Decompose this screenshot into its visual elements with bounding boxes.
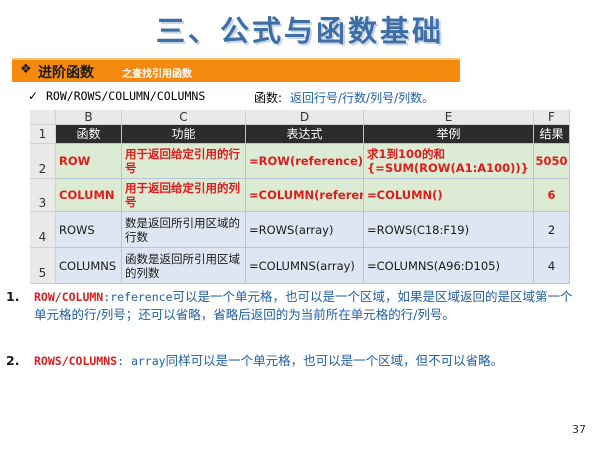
diamond-bullet-icon: ❖ [20, 62, 32, 77]
cell-row-example[interactable]: 求1到100的和 {=SUM(ROW(A1:A100))} [364, 144, 534, 179]
intro-label: 函数: [254, 91, 283, 105]
cell-row-function[interactable]: ROW [56, 144, 122, 179]
intro-description: 返回行号/行数/列号/列数。 [290, 91, 435, 105]
cell-rows-function[interactable]: ROWS [56, 212, 122, 248]
note-2: 2. ROWS/COLUMNS: array同样可以是一个单元格，也可以是一个区域… [6, 352, 579, 370]
note-2-separator: : [117, 354, 131, 368]
cell-columns-function[interactable]: COLUMNS [56, 248, 122, 284]
note-1-keyword: ROW/COLUMN [34, 290, 104, 304]
banner-main-text: 进阶函数 [38, 65, 94, 81]
cell-row-result[interactable]: 5050 [534, 144, 570, 179]
note-1-term: reference [110, 290, 173, 304]
checkmark-icon: ✓ [28, 89, 39, 103]
header-cell-result[interactable]: 结果 [534, 125, 570, 144]
note-2-term: array [130, 354, 166, 368]
section-banner: ❖ 进阶函数 之查找引用函数 [12, 58, 460, 82]
banner-sub-text: 之查找引用函数 [122, 69, 192, 80]
cell-rows-purpose[interactable]: 数是返回所引用区域的行数 [122, 212, 246, 248]
column-header-e[interactable]: E [364, 110, 534, 125]
cell-row-expression[interactable]: =ROW(reference) [246, 144, 364, 179]
cell-columns-expression[interactable]: =COLUMNS(array) [246, 248, 364, 284]
cell-column-example[interactable]: =COLUMN() [364, 179, 534, 212]
header-cell-example[interactable]: 举例 [364, 125, 534, 144]
column-header-f[interactable]: F [534, 110, 570, 125]
slide-title: 三、公式与函数基础 [155, 14, 444, 48]
row-header-3[interactable]: 3 [30, 179, 56, 212]
note-2-text: 同样可以是一个单元格，也可以是一个区域，但不可以省略。 [165, 353, 504, 368]
row-header-1[interactable]: 1 [30, 125, 56, 144]
note-2-number: 2. [6, 353, 20, 368]
page-number: 37 [572, 423, 586, 436]
cell-columns-result[interactable]: 4 [534, 248, 570, 284]
cell-columns-purpose[interactable]: 函数是返回所引用区域的列数 [122, 248, 246, 284]
note-2-keyword: ROWS/COLUMNS [34, 354, 118, 368]
cell-columns-example[interactable]: =COLUMNS(A96:D105) [364, 248, 534, 284]
column-header-b[interactable]: B [56, 110, 122, 125]
column-header-d[interactable]: D [246, 110, 364, 125]
note-1-number: 1. [6, 289, 20, 304]
row-header-2[interactable]: 2 [30, 144, 56, 179]
header-cell-expression[interactable]: 表达式 [246, 125, 364, 144]
cell-rows-example[interactable]: =ROWS(C18:F19) [364, 212, 534, 248]
header-cell-purpose[interactable]: 功能 [122, 125, 246, 144]
cell-column-function[interactable]: COLUMN [56, 179, 122, 212]
row-header-5[interactable]: 5 [30, 248, 56, 284]
cell-column-result[interactable]: 6 [534, 179, 570, 212]
spreadsheet: B C D E F 1 2 3 4 5 函数 功能 表达式 举例 结果 ROW … [30, 110, 570, 285]
header-cell-function[interactable]: 函数 [56, 125, 122, 144]
cell-rows-expression[interactable]: =ROWS(array) [246, 212, 364, 248]
intro-function-names: ROW/ROWS/COLUMN/COLUMNS [46, 89, 206, 103]
cell-column-expression[interactable]: =COLUMN(reference) [246, 179, 364, 212]
row-header-4[interactable]: 4 [30, 212, 56, 248]
cell-column-purpose[interactable]: 用于返回给定引用的列号 [122, 179, 246, 212]
cell-row-purpose[interactable]: 用于返回给定引用的行号 [122, 144, 246, 179]
sheet-corner [30, 110, 56, 125]
column-header-c[interactable]: C [122, 110, 246, 125]
cell-rows-result[interactable]: 2 [534, 212, 570, 248]
note-1: 1. ROW/COLUMN:reference可以是一个单元格，也可以是一个区域，… [6, 288, 579, 324]
